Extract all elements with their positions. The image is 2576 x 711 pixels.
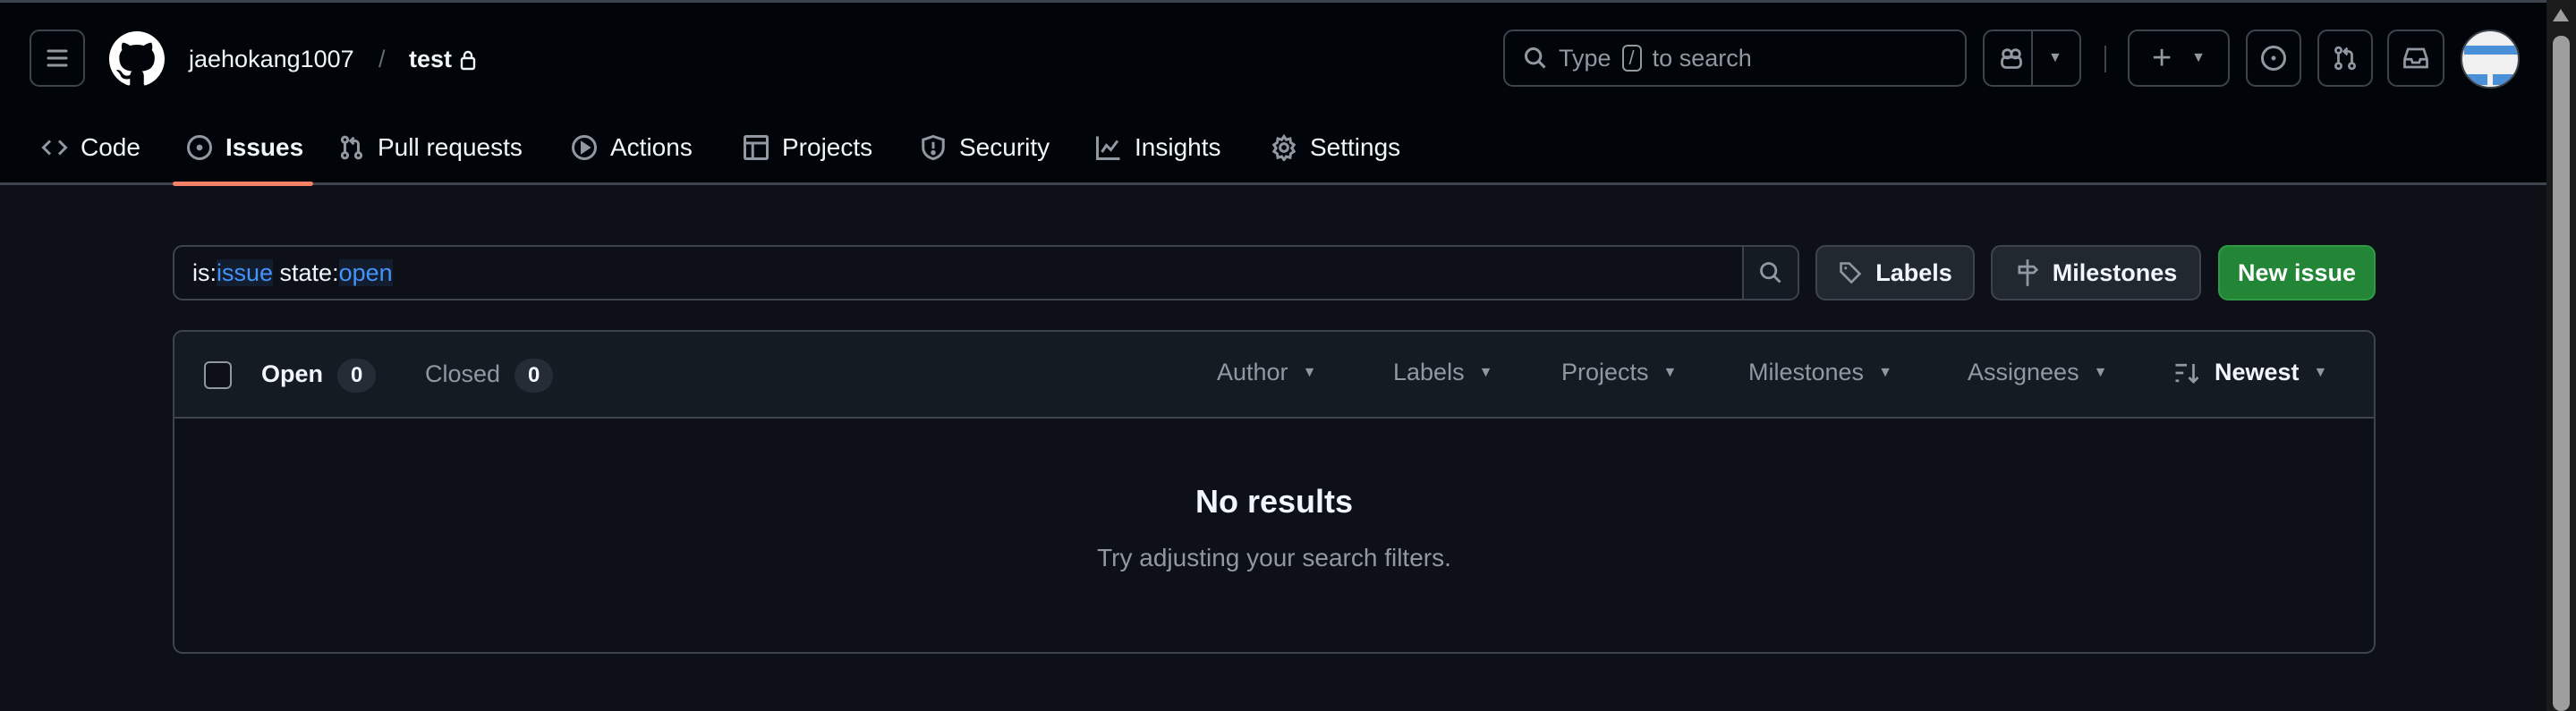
- search-icon: [1524, 47, 1546, 69]
- filter-label: Milestones: [1748, 359, 1865, 385]
- menu-button[interactable]: [30, 30, 85, 87]
- labels-button[interactable]: Labels: [1815, 245, 1975, 300]
- divider: [2104, 46, 2106, 72]
- tab-security[interactable]: Security: [920, 128, 1050, 167]
- search-icon: [1760, 262, 1781, 284]
- tab-actions[interactable]: Actions: [571, 128, 693, 167]
- author-filter[interactable]: Author ▼: [1217, 359, 1316, 386]
- search-placeholder: Type: [1559, 44, 1611, 72]
- tab-insights[interactable]: Insights: [1095, 128, 1221, 167]
- labels-button-label: Labels: [1875, 258, 1952, 286]
- hamburger-icon: [47, 49, 68, 67]
- global-search-input[interactable]: Type / to search: [1503, 30, 1967, 87]
- tab-label: Issues: [225, 133, 304, 161]
- git-pull-request-icon: [340, 135, 363, 160]
- chevron-down-icon: ▼: [1478, 364, 1493, 380]
- shield-icon: [922, 134, 945, 161]
- chevron-down-icon: ▼: [1878, 364, 1892, 380]
- sort-label: Newest: [2215, 359, 2300, 385]
- issue-filter-input[interactable]: is:issue state:open: [173, 245, 1799, 300]
- breadcrumb-separator: /: [378, 46, 386, 72]
- lock-icon: [460, 50, 476, 71]
- tab-label: Pull requests: [378, 133, 523, 161]
- projects-filter[interactable]: Projects ▼: [1561, 359, 1677, 386]
- copilot-button[interactable]: ▼: [1983, 30, 2081, 87]
- pull-requests-button[interactable]: [2317, 30, 2373, 87]
- closed-count-badge: 0: [514, 359, 554, 393]
- tab-label: Projects: [782, 133, 873, 161]
- gear-icon: [1271, 134, 1297, 161]
- open-issues-tab[interactable]: Open 0: [261, 359, 377, 393]
- play-icon: [572, 135, 597, 160]
- filter-search-button[interactable]: [1742, 247, 1798, 299]
- tab-label: Actions: [610, 133, 693, 161]
- labels-filter[interactable]: Labels ▼: [1393, 359, 1492, 386]
- tab-issues[interactable]: Issues: [186, 128, 303, 167]
- new-issue-button[interactable]: New issue: [2218, 245, 2376, 300]
- tab-label: Code: [81, 133, 140, 161]
- sort-dropdown[interactable]: Newest ▼: [2173, 359, 2327, 386]
- tab-code[interactable]: Code: [41, 128, 140, 167]
- graph-icon: [1096, 136, 1120, 160]
- chevron-down-icon: ▼: [2313, 364, 2328, 380]
- global-header: jaehokang1007 / test Type / to search ▼ …: [0, 0, 2546, 186]
- chevron-down-icon: ▼: [1302, 364, 1317, 380]
- search-shortcut-key: /: [1621, 45, 1642, 72]
- table-icon: [744, 135, 769, 160]
- github-logo-icon[interactable]: [109, 31, 165, 87]
- plus-icon: +: [2151, 38, 2172, 77]
- inbox-button[interactable]: [2387, 30, 2444, 87]
- open-label: Open: [261, 360, 324, 387]
- empty-state-title: No results: [1194, 483, 1354, 520]
- empty-state-subtitle: Try adjusting your search filters.: [1097, 544, 1451, 571]
- issues-list: Open 0 Closed 0 Author ▼ Labels ▼ Projects ▼ …: [173, 330, 2376, 654]
- tab-settings[interactable]: Settings: [1271, 128, 1400, 167]
- create-new-button[interactable]: + ▼: [2128, 30, 2230, 87]
- assignees-filter[interactable]: Assignees ▼: [1968, 359, 2107, 386]
- filter-qualifier: is:: [192, 258, 217, 286]
- scroll-up-arrow-icon[interactable]: [2553, 9, 2569, 21]
- tab-label: Insights: [1135, 133, 1221, 161]
- issues-list-header: Open 0 Closed 0 Author ▼ Labels ▼ Projects ▼ …: [174, 332, 2374, 419]
- closed-issues-tab[interactable]: Closed 0: [425, 359, 554, 393]
- tab-projects[interactable]: Projects: [743, 128, 872, 167]
- git-pull-request-icon: [2334, 46, 2356, 71]
- filter-value: issue: [217, 258, 274, 286]
- sort-desc-icon: [2175, 363, 2199, 384]
- open-count-badge: 0: [337, 359, 377, 393]
- tab-label: Security: [959, 133, 1050, 161]
- empty-state: No results Try adjusting your search fil…: [174, 419, 2374, 572]
- user-avatar[interactable]: [2461, 30, 2520, 89]
- filter-value: open: [338, 258, 393, 286]
- scrollbar-thumb[interactable]: [2553, 36, 2570, 711]
- copilot-icon: [2001, 48, 2022, 69]
- issue-opened-icon: [187, 135, 212, 160]
- issue-opened-icon: [2261, 46, 2286, 71]
- filter-label: Assignees: [1968, 359, 2079, 385]
- inbox-icon: [2403, 47, 2428, 69]
- active-tab-indicator: [173, 182, 313, 186]
- chevron-down-icon: ▼: [1662, 364, 1678, 380]
- tag-icon: [1840, 262, 1862, 284]
- filter-qualifier: state:: [273, 258, 339, 286]
- issues-button[interactable]: [2246, 30, 2301, 87]
- search-placeholder-suffix: to search: [1652, 44, 1752, 72]
- milestones-button[interactable]: Milestones: [1991, 245, 2201, 300]
- chevron-down-icon: ▼: [2093, 364, 2108, 380]
- copilot-dropdown-caret-icon[interactable]: ▼: [2048, 50, 2062, 66]
- code-icon: [41, 140, 68, 156]
- filter-label: Author: [1217, 359, 1288, 385]
- filter-label: Labels: [1393, 359, 1465, 385]
- tab-pull-requests[interactable]: Pull requests: [338, 128, 523, 167]
- select-all-checkbox[interactable]: [204, 361, 232, 389]
- tab-label: Settings: [1310, 133, 1401, 161]
- milestones-button-label: Milestones: [2052, 258, 2178, 286]
- milestones-filter[interactable]: Milestones ▼: [1748, 359, 1892, 386]
- repo-link[interactable]: test: [409, 46, 452, 73]
- filter-label: Projects: [1561, 359, 1649, 385]
- owner-link[interactable]: jaehokang1007: [189, 46, 354, 73]
- milestone-icon: [2018, 259, 2038, 286]
- chevron-down-icon: ▼: [2191, 50, 2206, 65]
- closed-label: Closed: [425, 360, 501, 387]
